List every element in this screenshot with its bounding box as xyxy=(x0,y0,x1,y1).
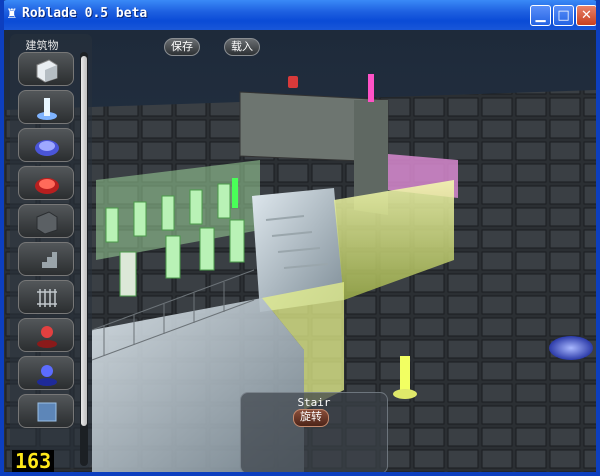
red-post-icon xyxy=(37,326,57,348)
blue-pad-icon xyxy=(35,140,59,156)
selected-object-name: Stair xyxy=(297,396,331,409)
palette-item-dark-block[interactable] xyxy=(18,204,74,238)
palette-title: 建筑物 xyxy=(25,39,59,52)
red-post xyxy=(288,76,298,88)
red-pad-icon xyxy=(35,178,59,194)
palette-scrollbar-thumb[interactable] xyxy=(81,56,87,426)
dark-block-icon xyxy=(36,211,58,235)
green-lamp xyxy=(232,178,238,208)
stair-icon xyxy=(37,252,57,268)
save-button[interactable]: 保存 xyxy=(164,38,200,56)
app-window: ♜ Roblade 0.5 beta ▁ □ ✕ 保存 载入 建筑物 163 S… xyxy=(0,0,600,476)
yellow-lamp-post xyxy=(400,356,410,392)
app-icon: ♜ xyxy=(6,7,18,22)
cube-block-icon xyxy=(36,59,58,83)
window-frame-bottom xyxy=(0,472,600,476)
pink-lamp xyxy=(368,74,374,102)
maximize-button[interactable]: □ xyxy=(553,5,574,26)
minimize-button[interactable]: ▁ xyxy=(530,5,551,26)
fence-icon xyxy=(37,289,57,307)
building-palette: 建筑物 xyxy=(10,34,92,468)
title-bar[interactable]: ♜ Roblade 0.5 beta ▁ □ ✕ xyxy=(0,0,600,30)
3d-viewport[interactable]: 保存 载入 建筑物 163 Stair 旋转 xyxy=(4,30,596,472)
ice-block-icon xyxy=(37,402,57,422)
palette-item-blue-pad[interactable] xyxy=(18,128,74,162)
window-frame-right xyxy=(596,0,600,476)
palette-item-red-post[interactable] xyxy=(18,318,74,352)
fps-counter: 163 xyxy=(12,450,55,472)
blue-teleport-pad xyxy=(549,336,593,360)
palette-item-light-pillar[interactable] xyxy=(18,90,74,124)
palette-item-ice-block[interactable] xyxy=(18,394,74,428)
selection-panel: Stair 旋转 xyxy=(240,392,388,472)
palette-item-blue-post[interactable] xyxy=(18,356,74,390)
close-button[interactable]: ✕ xyxy=(576,5,597,26)
palette-item-red-pad[interactable] xyxy=(18,166,74,200)
load-button[interactable]: 载入 xyxy=(224,38,260,56)
palette-item-stair[interactable] xyxy=(18,242,74,276)
palette-item-fence[interactable] xyxy=(18,280,74,314)
blue-post-icon xyxy=(37,365,57,386)
palette-item-cube[interactable] xyxy=(18,52,74,86)
window-title: Roblade 0.5 beta xyxy=(22,6,148,21)
rotate-button[interactable]: 旋转 xyxy=(293,409,329,427)
light-pillar-icon xyxy=(37,98,57,120)
